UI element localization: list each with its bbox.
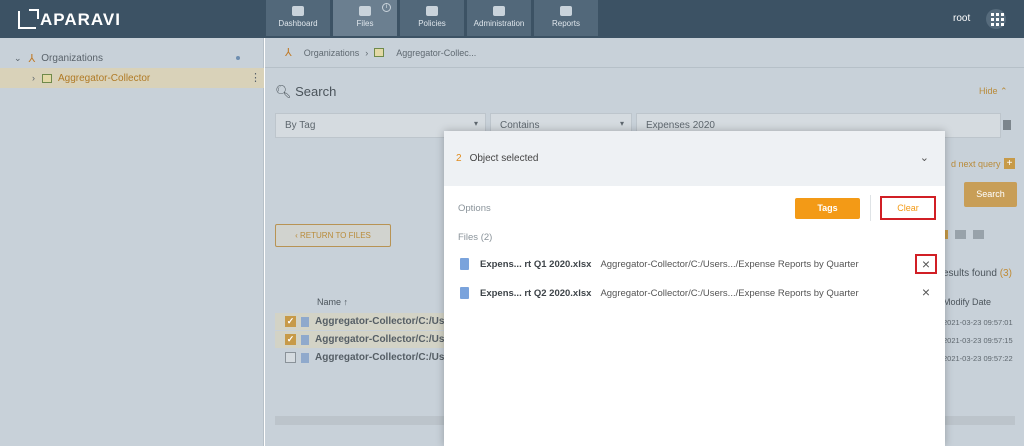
file-name: Expens... rt Q2 2020.xlsx	[480, 287, 592, 299]
org-icon: ⅄	[285, 47, 292, 59]
hide-search-link[interactable]: Hide ⌃	[979, 86, 1008, 97]
breadcrumb-separator: ›	[365, 47, 369, 58]
row-date: 2021-03-23 09:57:15	[943, 336, 1013, 345]
row-checkbox[interactable]	[285, 352, 296, 363]
row-date: 2021-03-23 09:57:22	[943, 354, 1013, 363]
plus-icon[interactable]: +	[1004, 158, 1015, 169]
add-next-query-link[interactable]: d next query	[951, 159, 1001, 169]
name-column-header[interactable]: Name ↑	[317, 297, 348, 307]
folder-icon	[359, 6, 371, 16]
file-icon	[301, 352, 309, 363]
breadcrumb-collector[interactable]: Aggregator-Collec...	[396, 48, 476, 58]
selection-title: Object selected	[469, 153, 539, 164]
more-options-icon[interactable]: ⋮	[250, 71, 261, 84]
nav-reports[interactable]: Reports	[534, 0, 598, 36]
clear-button[interactable]: Clear	[880, 196, 936, 220]
sidebar: ⌄ ⅄ Organizations › Aggregator-Collector…	[0, 38, 264, 446]
grid-view-icon[interactable]	[955, 230, 966, 239]
selected-file-row: Expens... rt Q1 2020.xlsx Aggregator-Col…	[460, 254, 930, 274]
row-checkbox[interactable]: ✓	[285, 334, 296, 345]
return-to-files-button[interactable]: ‹ RETURN TO FILES	[275, 224, 391, 247]
breadcrumb-org[interactable]: Organizations	[304, 48, 360, 58]
selection-header[interactable]: 2 Object selected ⌄	[444, 131, 945, 186]
dashboard-icon	[292, 6, 304, 16]
tree-item-organizations[interactable]: ⌄ ⅄ Organizations	[14, 48, 103, 68]
search-heading: 🔍︎ Search	[275, 84, 337, 99]
file-path: Aggregator-Collector/C:/Users.../Expense…	[600, 287, 859, 299]
search-button[interactable]: Search	[964, 182, 1017, 207]
breadcrumb: ⅄ Organizations › Aggregator-Collec...	[265, 38, 1024, 68]
row-checkbox[interactable]: ✓	[285, 316, 296, 327]
chevron-down-icon[interactable]: ⌄	[920, 151, 929, 164]
selected-count: 2	[456, 153, 462, 164]
file-icon	[460, 287, 469, 299]
collector-icon	[42, 73, 52, 83]
logo-text: APARAVI	[40, 10, 121, 29]
file-name: Expens... rt Q1 2020.xlsx	[480, 258, 592, 270]
main-nav: Dashboard Files i Policies Administration…	[266, 0, 598, 36]
top-bar: APARAVI Dashboard Files i Policies Admini…	[0, 0, 1024, 38]
chevron-right-icon[interactable]: ›	[32, 73, 35, 83]
options-label: Options	[458, 203, 491, 214]
clipboard-icon	[560, 6, 572, 16]
logo-icon	[18, 9, 39, 29]
selected-file-row: Expens... rt Q2 2020.xlsx Aggregator-Col…	[460, 283, 930, 303]
user-name[interactable]: root	[953, 13, 970, 24]
file-icon	[301, 316, 309, 327]
remove-file-icon[interactable]: ×	[915, 254, 937, 274]
tags-button[interactable]: Tags	[795, 198, 860, 219]
file-path: Aggregator-Collector/C:/Users.../Expense…	[600, 258, 859, 270]
nav-files[interactable]: Files i	[333, 0, 397, 36]
files-label: Files (2)	[458, 232, 493, 243]
file-icon	[460, 258, 469, 270]
gear-icon	[426, 6, 438, 16]
divider	[870, 195, 871, 221]
collector-icon	[374, 48, 385, 57]
file-icon	[301, 334, 309, 345]
modify-date-column-header[interactable]: Modify Date	[943, 297, 991, 307]
row-date: 2021-03-23 09:57:01	[943, 318, 1013, 327]
org-icon: ⅄	[28, 52, 36, 65]
selection-panel: 2 Object selected ⌄ Options Tags Clear F…	[444, 131, 945, 446]
app-logo[interactable]: APARAVI	[18, 9, 121, 30]
results-count: esults found (3)	[943, 268, 1012, 279]
trash-icon[interactable]	[1003, 120, 1011, 130]
tile-view-icon[interactable]	[973, 230, 984, 239]
status-dot	[236, 56, 240, 60]
users-icon	[493, 6, 505, 16]
tree-item-aggregator[interactable]: › Aggregator-Collector	[0, 68, 264, 88]
nav-policies[interactable]: Policies	[400, 0, 464, 36]
info-badge-icon: i	[382, 3, 391, 12]
remove-file-icon[interactable]: ×	[915, 283, 937, 303]
nav-dashboard[interactable]: Dashboard	[266, 0, 330, 36]
chevron-down-icon[interactable]: ⌄	[14, 53, 22, 64]
nav-administration[interactable]: Administration	[467, 0, 531, 36]
apps-grid-icon[interactable]	[986, 9, 1006, 29]
